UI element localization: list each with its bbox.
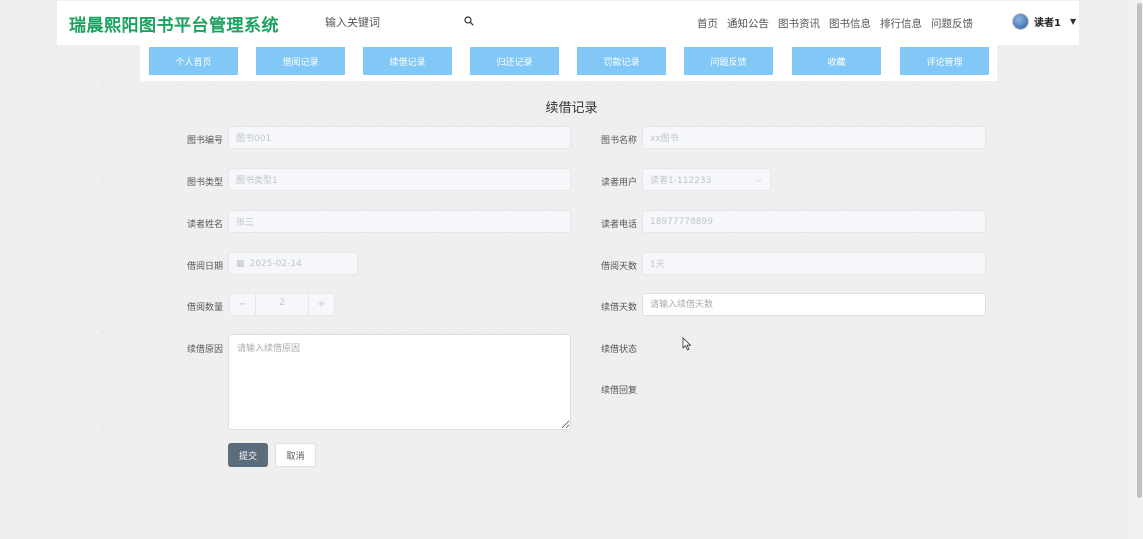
page-title: 续借记录 bbox=[545, 101, 598, 116]
borrow-qty-stepper: − 2 + bbox=[229, 293, 335, 316]
minus-icon: − bbox=[230, 294, 256, 315]
book-no-field: 图书001 bbox=[228, 126, 571, 149]
nav-feedback[interactable]: 问题反馈 bbox=[931, 16, 973, 31]
reader-user-select: 读者1-112233 ⌵ bbox=[642, 168, 771, 191]
nav-home[interactable]: 首页 bbox=[697, 16, 718, 31]
subnav-comments[interactable]: 评论管理 bbox=[900, 47, 989, 75]
book-type-field: 图书类型1 bbox=[228, 168, 571, 191]
reader-name-label: 读者姓名 bbox=[187, 220, 224, 230]
top-header: 瑞晨熙阳图书平台管理系统 首页 通知公告 图书资讯 图书信息 排行信息 问题反馈… bbox=[57, 1, 1079, 45]
subnav-borrow-records[interactable]: 借阅记录 bbox=[256, 47, 345, 75]
borrow-days-label: 借阅天数 bbox=[601, 262, 638, 272]
renew-status-label: 续借状态 bbox=[601, 345, 638, 355]
search-input[interactable] bbox=[317, 11, 473, 33]
borrow-days-field: 1天 bbox=[642, 252, 986, 275]
chevron-down-icon[interactable]: ▼ bbox=[1070, 17, 1076, 26]
renew-reason-textarea[interactable] bbox=[228, 334, 571, 430]
subnav-feedback[interactable]: 问题反馈 bbox=[684, 47, 773, 75]
subnav-renew-records[interactable]: 续借记录 bbox=[363, 47, 452, 75]
nav-book-info[interactable]: 图书信息 bbox=[829, 16, 871, 31]
borrow-qty-label: 借阅数量 bbox=[187, 303, 224, 313]
nav-book-news[interactable]: 图书资讯 bbox=[778, 16, 820, 31]
plus-icon: + bbox=[308, 294, 334, 315]
chevron-down-icon: ⌵ bbox=[755, 175, 762, 184]
reader-user-label: 读者用户 bbox=[601, 178, 638, 188]
book-name-label: 图书名称 bbox=[601, 136, 638, 146]
book-name-field: xx图书 bbox=[642, 126, 986, 149]
reader-phone-label: 读者电话 bbox=[601, 220, 638, 230]
renew-days-input[interactable] bbox=[642, 293, 986, 316]
reader-user-value: 读者1-112233 bbox=[650, 176, 712, 186]
book-type-label: 图书类型 bbox=[187, 178, 224, 188]
subnav-fine-records[interactable]: 罚款记录 bbox=[577, 47, 666, 75]
user-name[interactable]: 读者1 bbox=[1034, 14, 1061, 29]
cancel-button[interactable]: 取消 bbox=[275, 443, 316, 467]
nav-ranking[interactable]: 排行信息 bbox=[880, 16, 922, 31]
borrow-qty-value: 2 bbox=[279, 298, 285, 308]
user-menu[interactable]: 读者1 ▼ bbox=[1012, 13, 1076, 30]
reader-name-field: 张三 bbox=[228, 210, 571, 233]
borrow-date-field: ▦ 2025-02-14 bbox=[228, 252, 358, 275]
subnav-return-records[interactable]: 归还记录 bbox=[470, 47, 559, 75]
renew-reason-label: 续借原因 bbox=[187, 345, 224, 355]
scrollbar-thumb[interactable] bbox=[1137, 3, 1142, 498]
nav-notice[interactable]: 通知公告 bbox=[727, 16, 769, 31]
renew-days-label: 续借天数 bbox=[601, 303, 638, 313]
borrow-date-value: 2025-02-14 bbox=[249, 258, 302, 269]
site-logo[interactable]: 瑞晨熙阳图书平台管理系统 bbox=[69, 11, 279, 36]
calendar-icon: ▦ bbox=[236, 258, 245, 269]
mouse-cursor-icon bbox=[682, 337, 692, 351]
subnav-personal-home[interactable]: 个人首页 bbox=[149, 47, 238, 75]
top-nav: 首页 通知公告 图书资讯 图书信息 排行信息 问题反馈 bbox=[697, 16, 982, 31]
center-subnav: 个人首页 借阅记录 续借记录 归还记录 罚款记录 问题反馈 收藏 评论管理 bbox=[140, 45, 997, 81]
avatar[interactable] bbox=[1012, 13, 1029, 30]
submit-button[interactable]: 提交 bbox=[228, 443, 268, 467]
renew-reply-label: 续借回复 bbox=[601, 386, 638, 396]
reader-phone-field: 18977778899 bbox=[642, 210, 986, 233]
borrow-date-label: 借阅日期 bbox=[187, 262, 224, 272]
search-icon[interactable] bbox=[464, 16, 474, 26]
book-no-label: 图书编号 bbox=[187, 136, 224, 146]
subnav-favorites[interactable]: 收藏 bbox=[792, 47, 881, 75]
